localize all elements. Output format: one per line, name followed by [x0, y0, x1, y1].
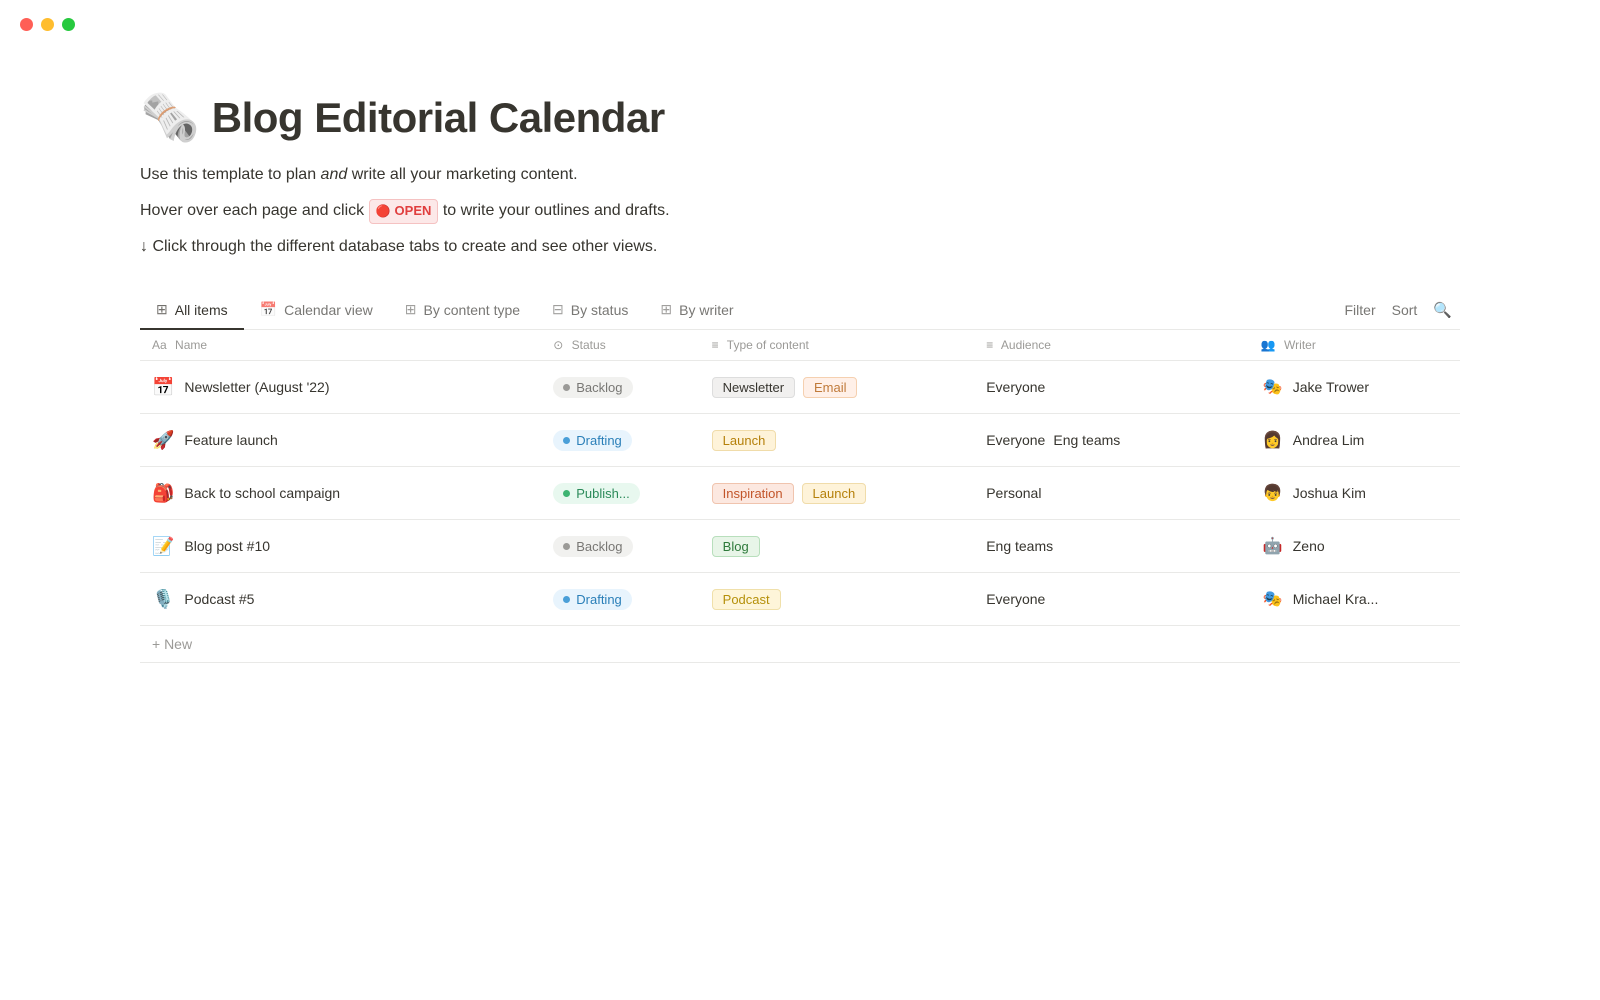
audience-cell: Everyone Eng teams	[986, 432, 1237, 448]
page-header: 🗞️ Blog Editorial Calendar	[140, 89, 1460, 146]
table-icon: ⊞	[156, 301, 168, 318]
writer-cell: 🤖 Zeno	[1261, 534, 1448, 558]
table-row[interactable]: 🎙️ Podcast #5 Drafting Podcast	[140, 573, 1460, 626]
status-badge: Drafting	[553, 589, 632, 610]
table-header-row: Aa Name ⊙ Status ≡ Type of content ≡ Aud…	[140, 330, 1460, 361]
content-type-tag: Inspiration	[712, 483, 794, 504]
tab-by-writer[interactable]: ⊞ By writer	[644, 291, 749, 330]
writer-cell: 🎭 Jake Trower	[1261, 375, 1448, 399]
status-badge: Backlog	[553, 377, 632, 398]
audience-cell: Personal	[986, 485, 1237, 501]
grid-icon: ⊞	[405, 301, 417, 318]
status-dot	[563, 384, 570, 391]
row-name-cell: 🎒 Back to school campaign	[152, 483, 529, 504]
col-header-audience: ≡ Audience	[974, 330, 1249, 361]
status-dot	[563, 437, 570, 444]
status-dot	[563, 543, 570, 550]
page-title: Blog Editorial Calendar	[212, 94, 665, 142]
row-name-cell: 🚀 Feature launch	[152, 430, 529, 451]
add-row-label: + New	[152, 636, 192, 652]
status-badge: Drafting	[553, 430, 632, 451]
avatar: 🎭	[1261, 587, 1285, 611]
row-name-cell: 📝 Blog post #10	[152, 536, 529, 557]
row-name-cell: 📅 Newsletter (August '22)	[152, 377, 529, 398]
table-row[interactable]: 📅 Newsletter (August '22) Backlog Newsle…	[140, 361, 1460, 414]
content-type-tag: Blog	[712, 536, 760, 557]
content-type-tag: Launch	[712, 430, 777, 451]
open-badge: 🔴OPEN	[369, 199, 439, 224]
columns-icon: ⊟	[552, 301, 564, 318]
writer-cell: 👩 Andrea Lim	[1261, 428, 1448, 452]
audience-cell: Everyone	[986, 379, 1237, 395]
col-header-name: Aa Name	[140, 330, 541, 361]
calendar-icon: 📅	[260, 301, 277, 318]
table-row[interactable]: 📝 Blog post #10 Backlog Blog	[140, 520, 1460, 573]
tabs-list: ⊞ All items 📅 Calendar view ⊞ By content…	[140, 291, 750, 329]
page-icon: 🗞️	[140, 89, 200, 146]
content-type-tag: Newsletter	[712, 377, 795, 398]
content-type-tag: Email	[803, 377, 858, 398]
status-badge: Publish...	[553, 483, 639, 504]
tab-calendar-view[interactable]: 📅 Calendar view	[244, 291, 389, 330]
status-badge: Backlog	[553, 536, 632, 557]
toolbar-actions: Filter Sort 🔍	[1345, 301, 1461, 319]
traffic-lights	[0, 0, 1600, 49]
table-row[interactable]: 🚀 Feature launch Drafting Launch	[140, 414, 1460, 467]
sort-button[interactable]: Sort	[1392, 302, 1418, 318]
content-type-tag: Launch	[802, 483, 867, 504]
audience-cell: Everyone	[986, 591, 1237, 607]
col-header-writer: 👥 Writer	[1249, 330, 1460, 361]
page-instruction1: Hover over each page and click 🔴OPEN to …	[140, 198, 1460, 224]
maximize-button[interactable]	[62, 18, 75, 31]
avatar: 🎭	[1261, 375, 1285, 399]
table-row[interactable]: 🎒 Back to school campaign Publish... Ins…	[140, 467, 1460, 520]
table2-icon: ⊞	[660, 301, 672, 318]
main-content: 🗞️ Blog Editorial Calendar Use this temp…	[0, 49, 1600, 703]
writer-cell: 🎭 Michael Kra...	[1261, 587, 1448, 611]
search-button[interactable]: 🔍	[1433, 301, 1452, 319]
tabs-row: ⊞ All items 📅 Calendar view ⊞ By content…	[140, 291, 1460, 330]
row-name-cell: 🎙️ Podcast #5	[152, 589, 529, 610]
writer-cell: 👦 Joshua Kim	[1261, 481, 1448, 505]
minimize-button[interactable]	[41, 18, 54, 31]
status-dot	[563, 490, 570, 497]
avatar: 🤖	[1261, 534, 1285, 558]
close-button[interactable]	[20, 18, 33, 31]
content-type-tag: Podcast	[712, 589, 781, 610]
audience-cell: Eng teams	[986, 538, 1237, 554]
status-dot	[563, 596, 570, 603]
filter-button[interactable]: Filter	[1345, 302, 1376, 318]
database-table: Aa Name ⊙ Status ≡ Type of content ≡ Aud…	[140, 330, 1460, 663]
avatar: 👩	[1261, 428, 1285, 452]
tab-all-items[interactable]: ⊞ All items	[140, 291, 244, 330]
add-row[interactable]: + New	[140, 626, 1460, 663]
page-description: Use this template to plan and write all …	[140, 162, 1460, 188]
col-header-type: ≡ Type of content	[700, 330, 975, 361]
col-header-status: ⊙ Status	[541, 330, 699, 361]
page-instruction2: ↓ Click through the different database t…	[140, 234, 1460, 260]
tab-by-content-type[interactable]: ⊞ By content type	[389, 291, 536, 330]
tab-by-status[interactable]: ⊟ By status	[536, 291, 644, 330]
avatar: 👦	[1261, 481, 1285, 505]
